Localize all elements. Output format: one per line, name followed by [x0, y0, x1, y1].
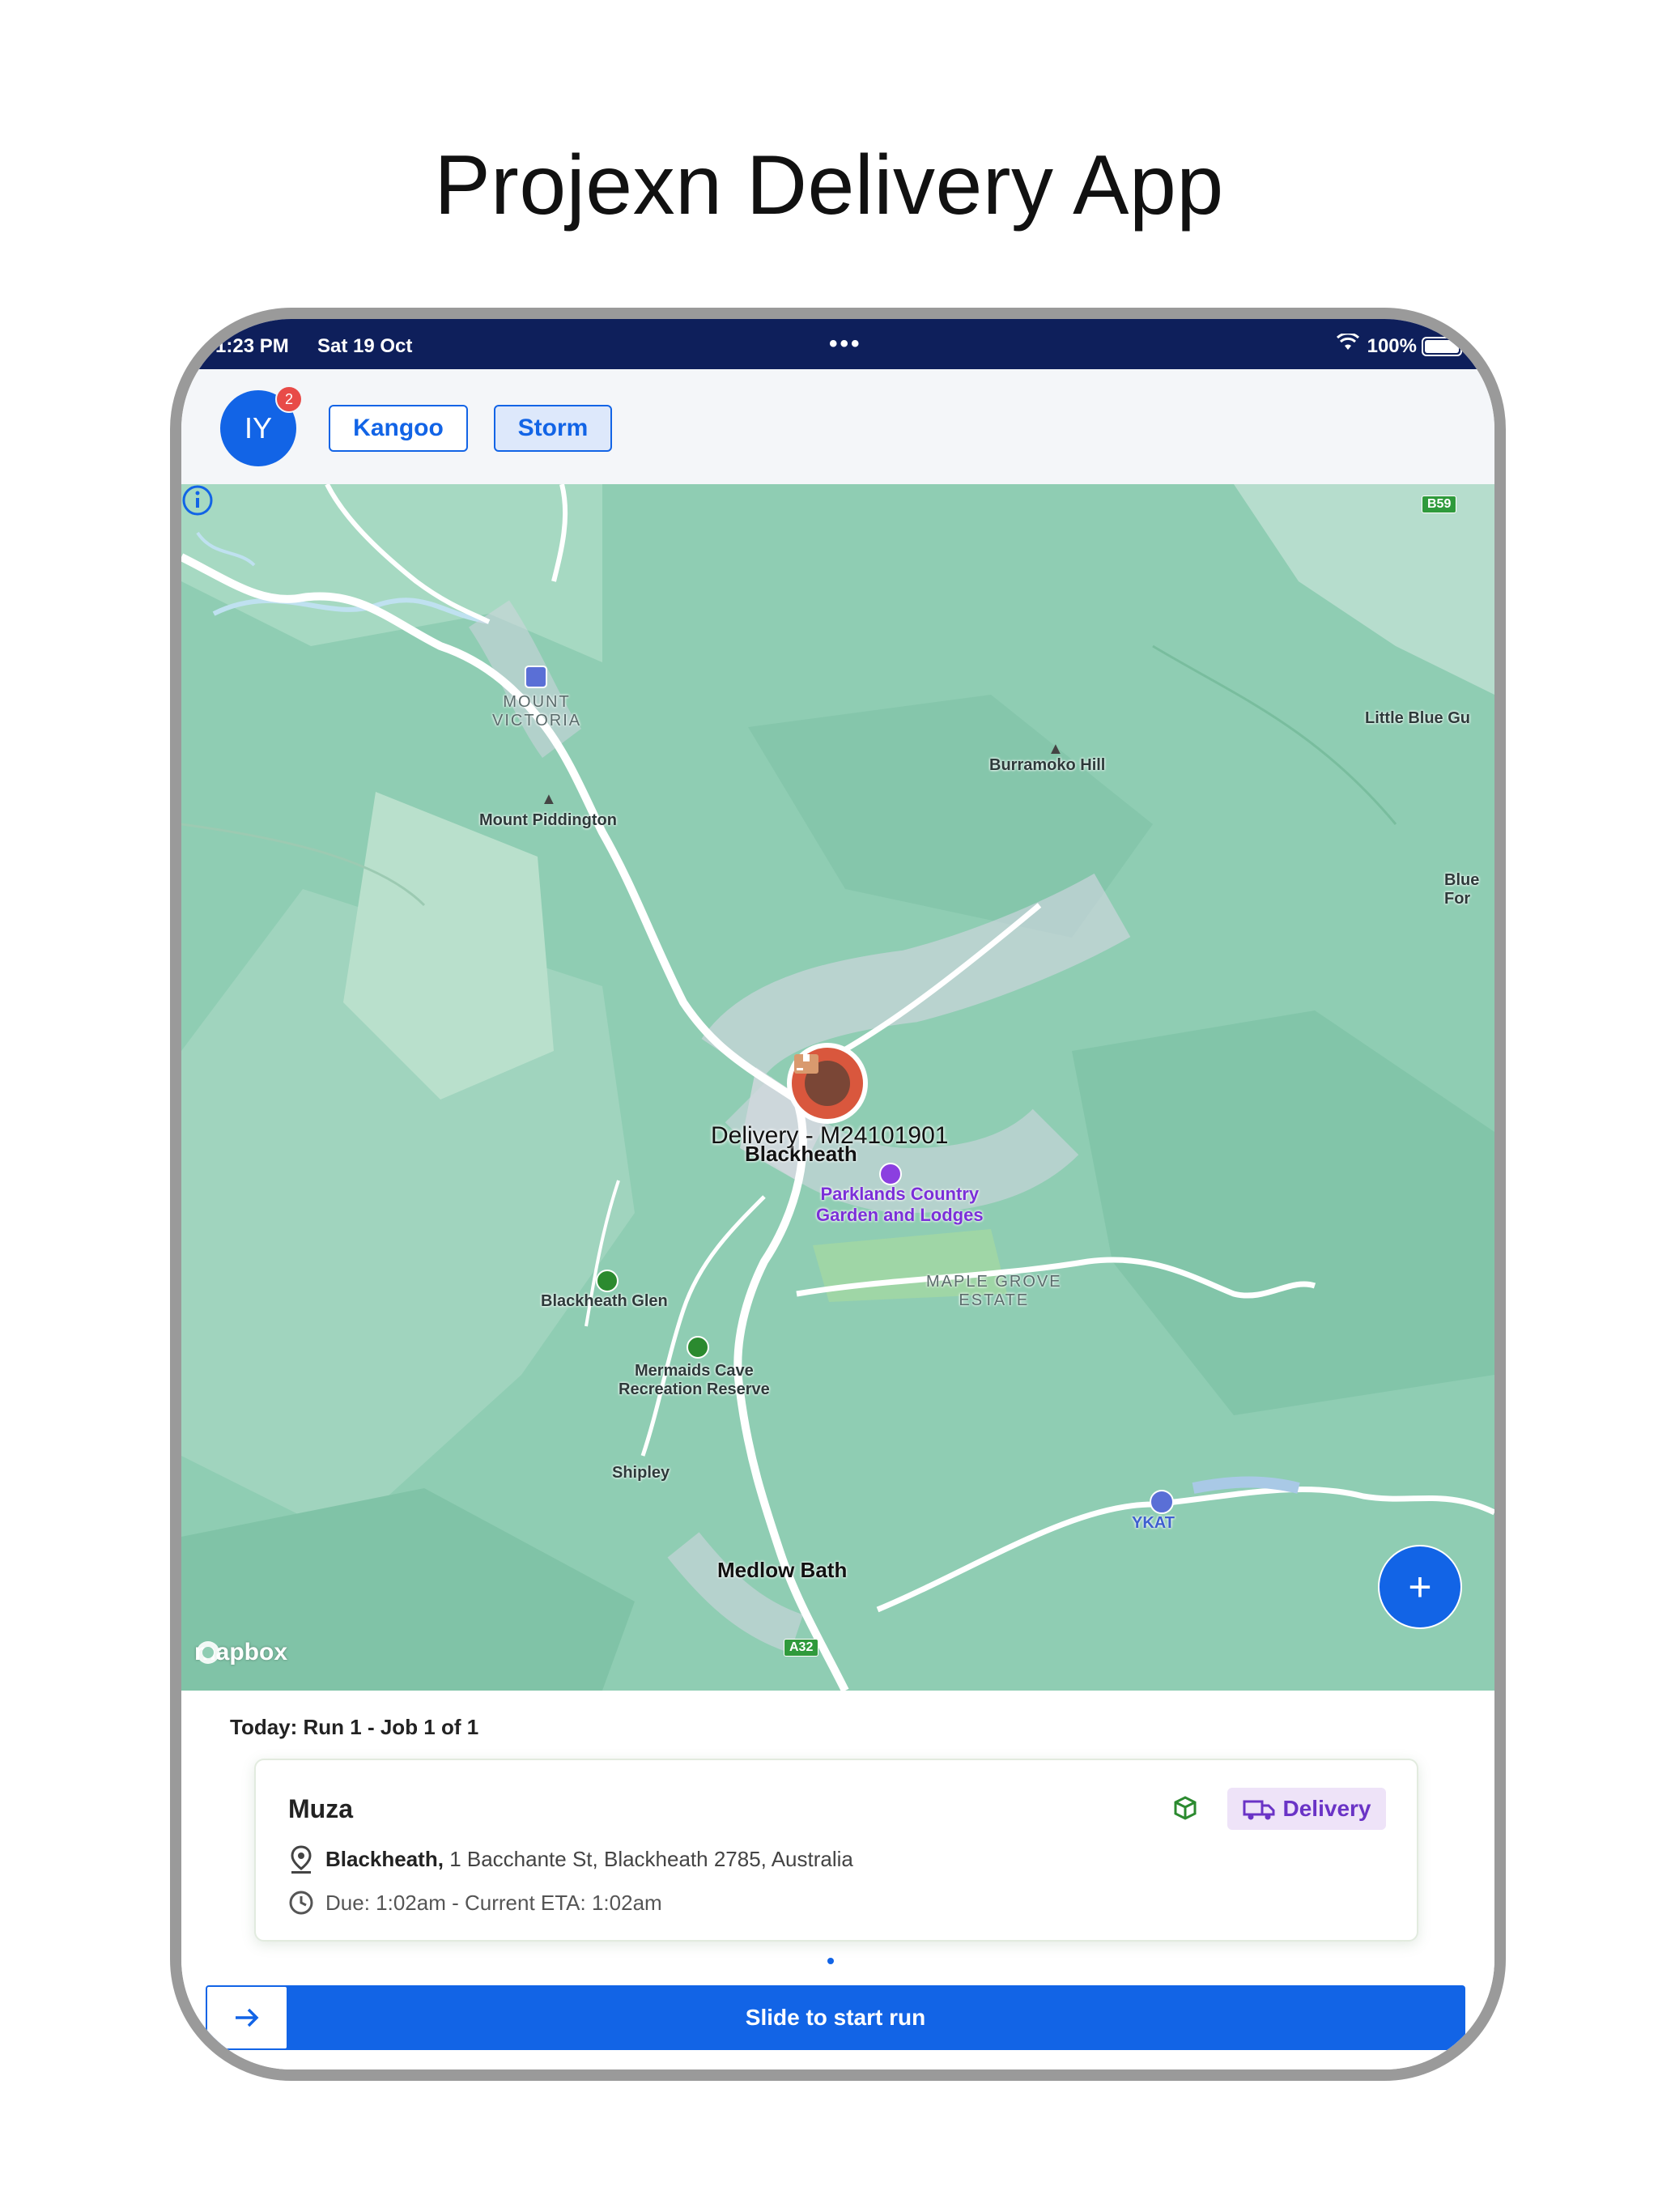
package-icon [794, 1054, 850, 1106]
job-due-time: Due: 1:02am - Current ETA: 1:02am [288, 1890, 662, 1916]
train-station-icon[interactable] [525, 666, 547, 688]
mapbox-icon [197, 1641, 219, 1664]
map-label-blackheath-glen: Blackheath Glen [541, 1292, 668, 1310]
status-date: Sat 19 Oct [317, 335, 413, 357]
notification-badge: 2 [275, 385, 303, 413]
status-time: 1:23 PM [215, 335, 289, 357]
info-icon[interactable] [181, 484, 214, 517]
road-shield-a32: A32 [784, 1639, 819, 1657]
delivery-marker[interactable] [787, 1043, 868, 1124]
run-summary: Today: Run 1 - Job 1 of 1 [230, 1715, 479, 1739]
map-label-burramoko-hill: Burramoko Hill [989, 756, 1106, 774]
status-bar: 1:23 PM Sat 19 Oct ••• 100% [181, 319, 1494, 369]
delivery-marker-label: Delivery - M24101901 [711, 1122, 949, 1149]
job-card[interactable]: Muza Delivery Blackheath, 1 Bacchante St… [254, 1759, 1418, 1942]
job-type-badge: Delivery [1227, 1788, 1386, 1830]
park-icon[interactable] [596, 1270, 619, 1292]
hotel-icon[interactable] [879, 1163, 902, 1185]
map-view[interactable]: B59 A32 MOUNT VICTORIA Mount Piddington … [181, 484, 1494, 1691]
map-label-mount-piddington: Mount Piddington [479, 811, 617, 829]
home-indicator[interactable] [619, 2071, 1056, 2079]
map-label-parklands: Parklands Country Garden and Lodges [816, 1184, 984, 1225]
park-icon[interactable] [687, 1336, 709, 1359]
start-run-slider[interactable]: Slide to start run [206, 1985, 1465, 2050]
battery-icon [1422, 337, 1462, 356]
map-label-blue-for: Blue For [1444, 871, 1480, 908]
page-indicator [827, 1958, 834, 1964]
map-label-shipley: Shipley [612, 1464, 670, 1482]
map-label-mermaids-cave: Mermaids Cave Recreation Reserve [619, 1362, 770, 1398]
peak-icon: ▲ [1048, 740, 1064, 758]
wifi-icon [1336, 332, 1360, 357]
map-label-ykat: YKAT [1132, 1514, 1175, 1532]
job-street-address: 1 Bacchante St, Blackheath 2785, Austral… [449, 1846, 853, 1871]
job-address: Blackheath, 1 Bacchante St, Blackheath 2… [288, 1844, 853, 1874]
clock-icon [289, 1891, 313, 1915]
battery-percent: 100% [1367, 335, 1417, 357]
truck-icon [1243, 1800, 1275, 1820]
airport-icon[interactable] [1150, 1490, 1174, 1514]
map-label-little-blue: Little Blue Gu [1365, 709, 1470, 727]
vehicle-button-storm[interactable]: Storm [494, 405, 612, 452]
top-toolbar: IY 2 Kangoo Storm [181, 369, 1494, 484]
road-shield-b59: B59 [1422, 496, 1457, 513]
customer-name: Muza [288, 1794, 353, 1823]
job-type-label: Delivery [1282, 1796, 1371, 1821]
mapbox-logo: mapbox [194, 1639, 287, 1666]
job-suburb: Blackheath, [325, 1846, 444, 1871]
page-title: Projexn Delivery App [434, 138, 1224, 232]
map-label-medlow-bath: Medlow Bath [717, 1558, 848, 1582]
arrow-right-icon [236, 2008, 259, 2027]
app-screen: 1:23 PM Sat 19 Oct ••• 100% IY 2 Kangoo … [181, 319, 1494, 2069]
job-due-text: Due: 1:02am - Current ETA: 1:02am [325, 1890, 662, 1915]
package-status-icon [1171, 1793, 1200, 1826]
job-panel: Today: Run 1 - Job 1 of 1 Muza Delivery … [181, 1691, 1494, 2079]
slider-label: Slide to start run [745, 2005, 926, 2030]
map-label-mount-victoria: MOUNT VICTORIA [492, 693, 582, 730]
vehicle-button-kangoo[interactable]: Kangoo [329, 405, 468, 452]
peak-icon: ▲ [541, 790, 557, 808]
add-button[interactable]: + [1378, 1545, 1462, 1629]
location-pin-icon [291, 1845, 312, 1874]
tablet-frame: 1:23 PM Sat 19 Oct ••• 100% IY 2 Kangoo … [170, 308, 1506, 2081]
map-label-maple-grove: MAPLE GROVE ESTATE [926, 1273, 1062, 1309]
multitasking-dots-icon[interactable]: ••• [829, 330, 862, 358]
slider-handle[interactable] [207, 1987, 287, 2048]
